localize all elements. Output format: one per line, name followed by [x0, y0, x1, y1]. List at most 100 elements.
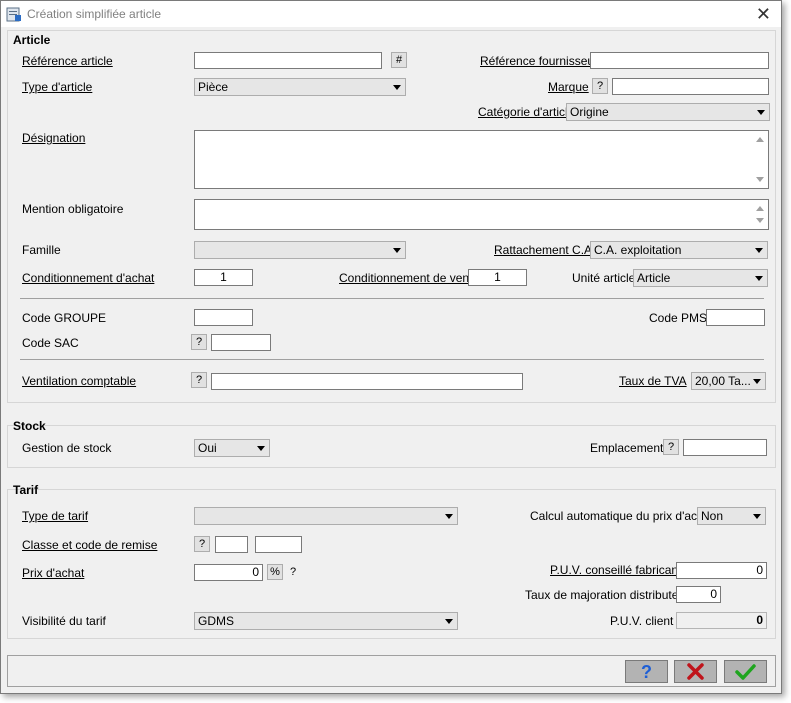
famille-label: Famille — [22, 243, 61, 257]
help-button[interactable]: ? — [625, 660, 668, 683]
classe-remise-input[interactable] — [215, 536, 248, 553]
unite-article-value: Article — [637, 271, 671, 285]
taux-tva-select[interactable]: 20,00 Ta... — [691, 372, 766, 390]
svg-text:?: ? — [641, 662, 652, 682]
ventilation-comptable-label[interactable]: Ventilation comptable — [22, 374, 136, 388]
categorie-article-select[interactable]: Origine — [566, 103, 770, 121]
mention-obligatoire-label: Mention obligatoire — [22, 202, 124, 216]
emplacement-input[interactable] — [683, 439, 767, 456]
conditionnement-vente-input[interactable]: 1 — [468, 269, 527, 286]
code-pms-label: Code PMS — [649, 311, 708, 325]
code-sac-label: Code SAC — [22, 336, 79, 350]
code-sac-input[interactable] — [211, 334, 271, 351]
unite-article-select[interactable]: Article — [633, 269, 768, 287]
help-icon: ? — [641, 662, 652, 682]
code-sac-help-button[interactable]: ? — [191, 334, 207, 350]
mention-scrollbar[interactable] — [752, 200, 768, 229]
visibilite-tarif-value: GDMS — [198, 614, 234, 628]
designation-scrollbar[interactable] — [752, 131, 768, 188]
puv-conseille-fabricant-input[interactable]: 0 — [676, 562, 767, 579]
chevron-down-icon — [393, 85, 401, 90]
chevron-down-icon — [445, 619, 453, 624]
close-icon[interactable]: ✕ — [756, 3, 771, 25]
scroll-down-icon[interactable] — [756, 177, 764, 182]
code-pms-input[interactable] — [706, 309, 765, 326]
type-article-select[interactable]: Pièce — [194, 78, 406, 96]
dialog-window: Création simplifiée article ✕ Article Ré… — [0, 0, 782, 694]
code-remise-input[interactable] — [255, 536, 302, 553]
puv-client-label: P.U.V. client — [610, 614, 674, 628]
scroll-up-icon[interactable] — [756, 206, 764, 211]
emplacement-help-button[interactable]: ? — [663, 439, 679, 455]
title-bar: Création simplifiée article ✕ — [1, 1, 781, 27]
calcul-auto-prix-value: Non — [701, 509, 724, 523]
conditionnement-achat-input[interactable]: 1 — [194, 269, 253, 286]
conditionnement-achat-label[interactable]: Conditionnement d'achat — [22, 271, 154, 285]
separator — [20, 359, 764, 360]
type-tarif-select[interactable] — [194, 507, 458, 525]
type-article-label[interactable]: Type d'article — [22, 80, 92, 94]
taux-majoration-input[interactable]: 0 — [676, 586, 721, 603]
ventilation-comptable-input[interactable] — [211, 373, 523, 390]
prix-achat-help-button[interactable]: ? — [285, 564, 301, 580]
categorie-article-value: Origine — [570, 105, 609, 119]
code-groupe-input[interactable] — [194, 309, 253, 326]
rattachement-ca-label[interactable]: Rattachement C.A. — [494, 243, 595, 257]
famille-select[interactable] — [194, 241, 406, 259]
gestion-stock-select[interactable]: Oui — [194, 439, 270, 457]
prix-achat-input[interactable]: 0 — [194, 564, 263, 581]
code-groupe-label: Code GROUPE — [22, 311, 107, 325]
type-article-value: Pièce — [198, 80, 229, 94]
ok-button[interactable] — [724, 660, 767, 683]
type-tarif-label[interactable]: Type de tarif — [22, 509, 88, 523]
chevron-down-icon — [753, 514, 761, 519]
remise-help-button[interactable]: ? — [194, 536, 210, 552]
chevron-down-icon — [257, 446, 265, 451]
generate-reference-button[interactable]: # — [391, 52, 407, 68]
reference-fournisseur-label[interactable]: Référence fournisseur — [480, 54, 598, 68]
unite-article-label: Unité article — [572, 271, 636, 285]
separator — [20, 298, 764, 299]
visibilite-tarif-select[interactable]: GDMS — [194, 612, 458, 630]
puv-conseille-fabricant-label[interactable]: P.U.V. conseillé fabricant — [550, 563, 681, 577]
classe-code-remise-label[interactable]: Classe et code de remise — [22, 538, 157, 552]
prix-achat-label[interactable]: Prix d'achat — [22, 566, 84, 580]
gestion-stock-value: Oui — [198, 441, 217, 455]
scroll-down-icon[interactable] — [756, 218, 764, 223]
marque-label[interactable]: Marque — [548, 80, 589, 94]
chevron-down-icon — [753, 379, 761, 384]
reference-fournisseur-input[interactable] — [590, 52, 769, 69]
gestion-stock-label: Gestion de stock — [22, 441, 112, 455]
footer-bar: ? — [7, 655, 776, 687]
ventilation-help-button[interactable]: ? — [191, 372, 207, 388]
window-title: Création simplifiée article — [27, 7, 162, 21]
cancel-button[interactable] — [674, 660, 717, 683]
rattachement-ca-value: C.A. exploitation — [594, 243, 682, 257]
percent-button[interactable]: % — [267, 564, 283, 580]
taux-majoration-label: Taux de majoration distributeur — [525, 588, 690, 602]
stock-section-title: Stock — [13, 419, 46, 433]
marque-input[interactable] — [612, 78, 769, 95]
taux-tva-value: 20,00 Ta... — [695, 374, 751, 388]
chevron-down-icon — [445, 514, 453, 519]
scroll-up-icon[interactable] — [756, 137, 764, 142]
designation-label[interactable]: Désignation — [22, 131, 85, 145]
visibilite-tarif-label: Visibilité du tarif — [22, 614, 106, 628]
marque-help-button[interactable]: ? — [592, 78, 608, 94]
conditionnement-vente-label[interactable]: Conditionnement de vente — [339, 271, 479, 285]
designation-textarea[interactable] — [194, 130, 769, 189]
chevron-down-icon — [755, 248, 763, 253]
chevron-down-icon — [393, 248, 401, 253]
emplacement-label: Emplacement — [590, 441, 664, 455]
mention-obligatoire-textarea[interactable] — [194, 199, 769, 230]
calcul-auto-prix-label: Calcul automatique du prix d'achat — [530, 509, 714, 523]
reference-article-input[interactable] — [194, 52, 382, 69]
taux-tva-label[interactable]: Taux de TVA — [619, 374, 687, 388]
reference-article-label[interactable]: Référence article — [22, 54, 113, 68]
chevron-down-icon — [757, 110, 765, 115]
rattachement-ca-select[interactable]: C.A. exploitation — [590, 241, 768, 259]
app-icon — [6, 7, 21, 22]
article-section-title: Article — [13, 33, 51, 47]
calcul-auto-prix-select[interactable]: Non — [697, 507, 766, 525]
categorie-article-label[interactable]: Catégorie d'article — [478, 105, 574, 119]
